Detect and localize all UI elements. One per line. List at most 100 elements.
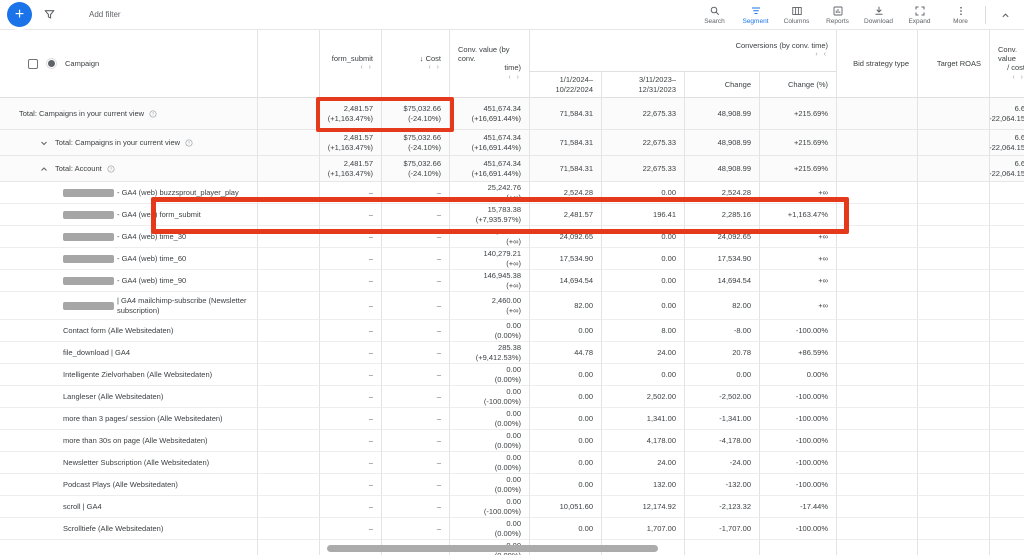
bid-strategy-header[interactable]: Bid strategy type [837, 30, 918, 98]
campaign-name[interactable]: Podcast Plays (Alle Websitedaten) [63, 480, 178, 490]
campaign-name[interactable]: Intelligente Zielvorhaben (Alle Websited… [63, 370, 212, 380]
campaign-name[interactable]: - GA4 (web) time_30 [117, 232, 186, 242]
cell-target-roas [918, 342, 990, 364]
column-move-icons[interactable]: ‹ › [508, 74, 521, 83]
cell-conv-value: 0.00(0.00%) [450, 474, 530, 496]
campaign-name[interactable]: Newsletter Subscription (Alle Websitedat… [63, 458, 209, 468]
cell-change-pct: +215.69% [760, 98, 837, 130]
cell-change-pct: -100.00% [760, 386, 837, 408]
cell-cost: – [382, 364, 450, 386]
target-roas-header[interactable]: Target ROAS [918, 30, 990, 98]
cell-date2: 22,675.33 [602, 130, 685, 156]
campaign-name[interactable]: Contact form (Alle Websitedaten) [63, 326, 173, 336]
campaign-name[interactable]: - GA4 (web) form_submit [117, 210, 201, 220]
cell-date2: 1,341.00 [602, 408, 685, 430]
cell-change-pct [760, 540, 837, 555]
more-button[interactable]: More [940, 5, 981, 25]
cell-bid-strategy [837, 364, 918, 386]
cell-conv-value: 15,783.38(+7,935.97%) [450, 204, 530, 226]
cell-date2: 0.00 [602, 248, 685, 270]
columns-button[interactable]: Columns [776, 5, 817, 25]
cell-change: -2,123.32 [685, 496, 760, 518]
conv-value-header[interactable]: Conv. value (by conv. time) ‹ › [450, 30, 530, 98]
cell-target-roas [918, 518, 990, 540]
cell-cost: – [382, 496, 450, 518]
segment-button[interactable]: Segment [735, 5, 776, 25]
blank-cell [258, 320, 320, 342]
cell-conv-value: 0.00(0.00%) [450, 320, 530, 342]
add-campaign-button[interactable]: + [7, 2, 32, 27]
campaign-name[interactable]: file_download | GA4 [63, 348, 130, 358]
cell-change-pct: +∞ [760, 226, 837, 248]
campaign-name[interactable]: - GA4 (web) time_90 [117, 276, 186, 286]
table-row: scroll | GA4 –– 0.00(-100.00%) 10,051.60… [0, 496, 1024, 518]
cell-target-roas [918, 130, 990, 156]
campaign-name-cell: Langleser (Alle Websitedaten) [0, 386, 258, 408]
column-move-icons[interactable]: ‹ › [360, 64, 373, 73]
cell-date1: 71,584.31 [530, 98, 602, 130]
select-all-checkbox[interactable] [28, 59, 38, 69]
column-collapse-icons[interactable]: › ‹ [815, 51, 828, 60]
cell-target-roas [918, 474, 990, 496]
cell-cost: – [382, 248, 450, 270]
cell-bid-strategy [837, 204, 918, 226]
cell-conv-value: 120,463.23(+∞) [450, 226, 530, 248]
cell-change: -1,341.00 [685, 408, 760, 430]
cell-date2: 0.00 [602, 182, 685, 204]
filter-button[interactable] [43, 8, 56, 21]
blank-cell [258, 386, 320, 408]
cell-conv-per-cost [990, 364, 1024, 386]
date-range-2-header: 3/11/2023–12/31/2023 [602, 72, 685, 98]
cell-target-roas [918, 320, 990, 342]
cell-conv-value: 0.00(-100.00%) [450, 496, 530, 518]
reports-button[interactable]: Reports [817, 5, 858, 25]
cell-bid-strategy [837, 182, 918, 204]
campaign-name-cell: | GA4 mailchimp-subscribe (Newsletter su… [0, 292, 258, 320]
cell-bid-strategy [837, 474, 918, 496]
cell-cost: – [382, 408, 450, 430]
cell-conv-value: 0.00(0.00%) [450, 364, 530, 386]
horizontal-scrollbar[interactable] [327, 545, 658, 552]
campaign-name[interactable]: - GA4 (web) buzzsprout_player_play [117, 188, 239, 198]
expand-button[interactable]: Expand [899, 5, 940, 25]
campaign-name[interactable]: Scrolltiefe (Alle Websitedaten) [63, 524, 163, 534]
help-icon[interactable]: ? [149, 110, 157, 118]
collapse-table-button[interactable] [992, 9, 1018, 22]
campaign-name[interactable]: | GA4 mailchimp-subscribe (Newsletter su… [117, 296, 249, 316]
cell-conv-per-cost [990, 474, 1024, 496]
cell-change: 2,524.28 [685, 182, 760, 204]
form-submit-header[interactable]: form_submit ‹ › [320, 30, 382, 98]
status-circle-icon[interactable] [47, 59, 56, 68]
search-button[interactable]: Search [694, 5, 735, 25]
help-icon[interactable]: ? [107, 165, 115, 173]
campaign-name[interactable]: Langleser (Alle Websitedaten) [63, 392, 163, 402]
conversions-group-header[interactable]: Conversions (by conv. time) › ‹ [530, 30, 837, 72]
cell-form-submit: – [320, 342, 382, 364]
chevron-down-icon[interactable] [38, 137, 50, 149]
cell-conv-per-cost: 6.6+22,064.15 [990, 98, 1024, 130]
table-row: - GA4 (web) form_submit –– 15,783.38(+7,… [0, 204, 1024, 226]
blank-cell [258, 182, 320, 204]
redacted-name-block [63, 189, 114, 197]
chevron-up-icon [999, 9, 1012, 22]
campaign-name[interactable]: - GA4 (web) time_60 [117, 254, 186, 264]
column-move-icons[interactable]: ‹ › [1012, 74, 1024, 83]
chevron-up-icon[interactable] [38, 163, 50, 175]
cell-conv-per-cost [990, 496, 1024, 518]
add-filter-button[interactable]: Add filter [89, 10, 121, 19]
cost-header[interactable]: ↓ Cost ‹ › [382, 30, 450, 98]
column-move-icons[interactable]: ‹ › [428, 64, 441, 73]
cell-bid-strategy [837, 98, 918, 130]
campaign-name[interactable]: scroll | GA4 [63, 502, 102, 512]
cell-conv-per-cost [990, 320, 1024, 342]
download-button[interactable]: Download [858, 5, 899, 25]
campaign-name-cell: more than 30s on page (Alle Websitedaten… [0, 430, 258, 452]
cell-date1: 24,092.65 [530, 226, 602, 248]
cell-target-roas [918, 270, 990, 292]
conv-value-per-cost-header[interactable]: Conv. value / cost ‹ › [990, 30, 1024, 98]
campaign-name[interactable]: more than 3 pages/ session (Alle Website… [63, 414, 223, 424]
campaign-name[interactable]: more than 30s on page (Alle Websitedaten… [63, 436, 208, 446]
cell-change: -8.00 [685, 320, 760, 342]
cell-conv-value: 451,674.34(+16,691.44%) [450, 156, 530, 182]
help-icon[interactable]: ? [185, 139, 193, 147]
